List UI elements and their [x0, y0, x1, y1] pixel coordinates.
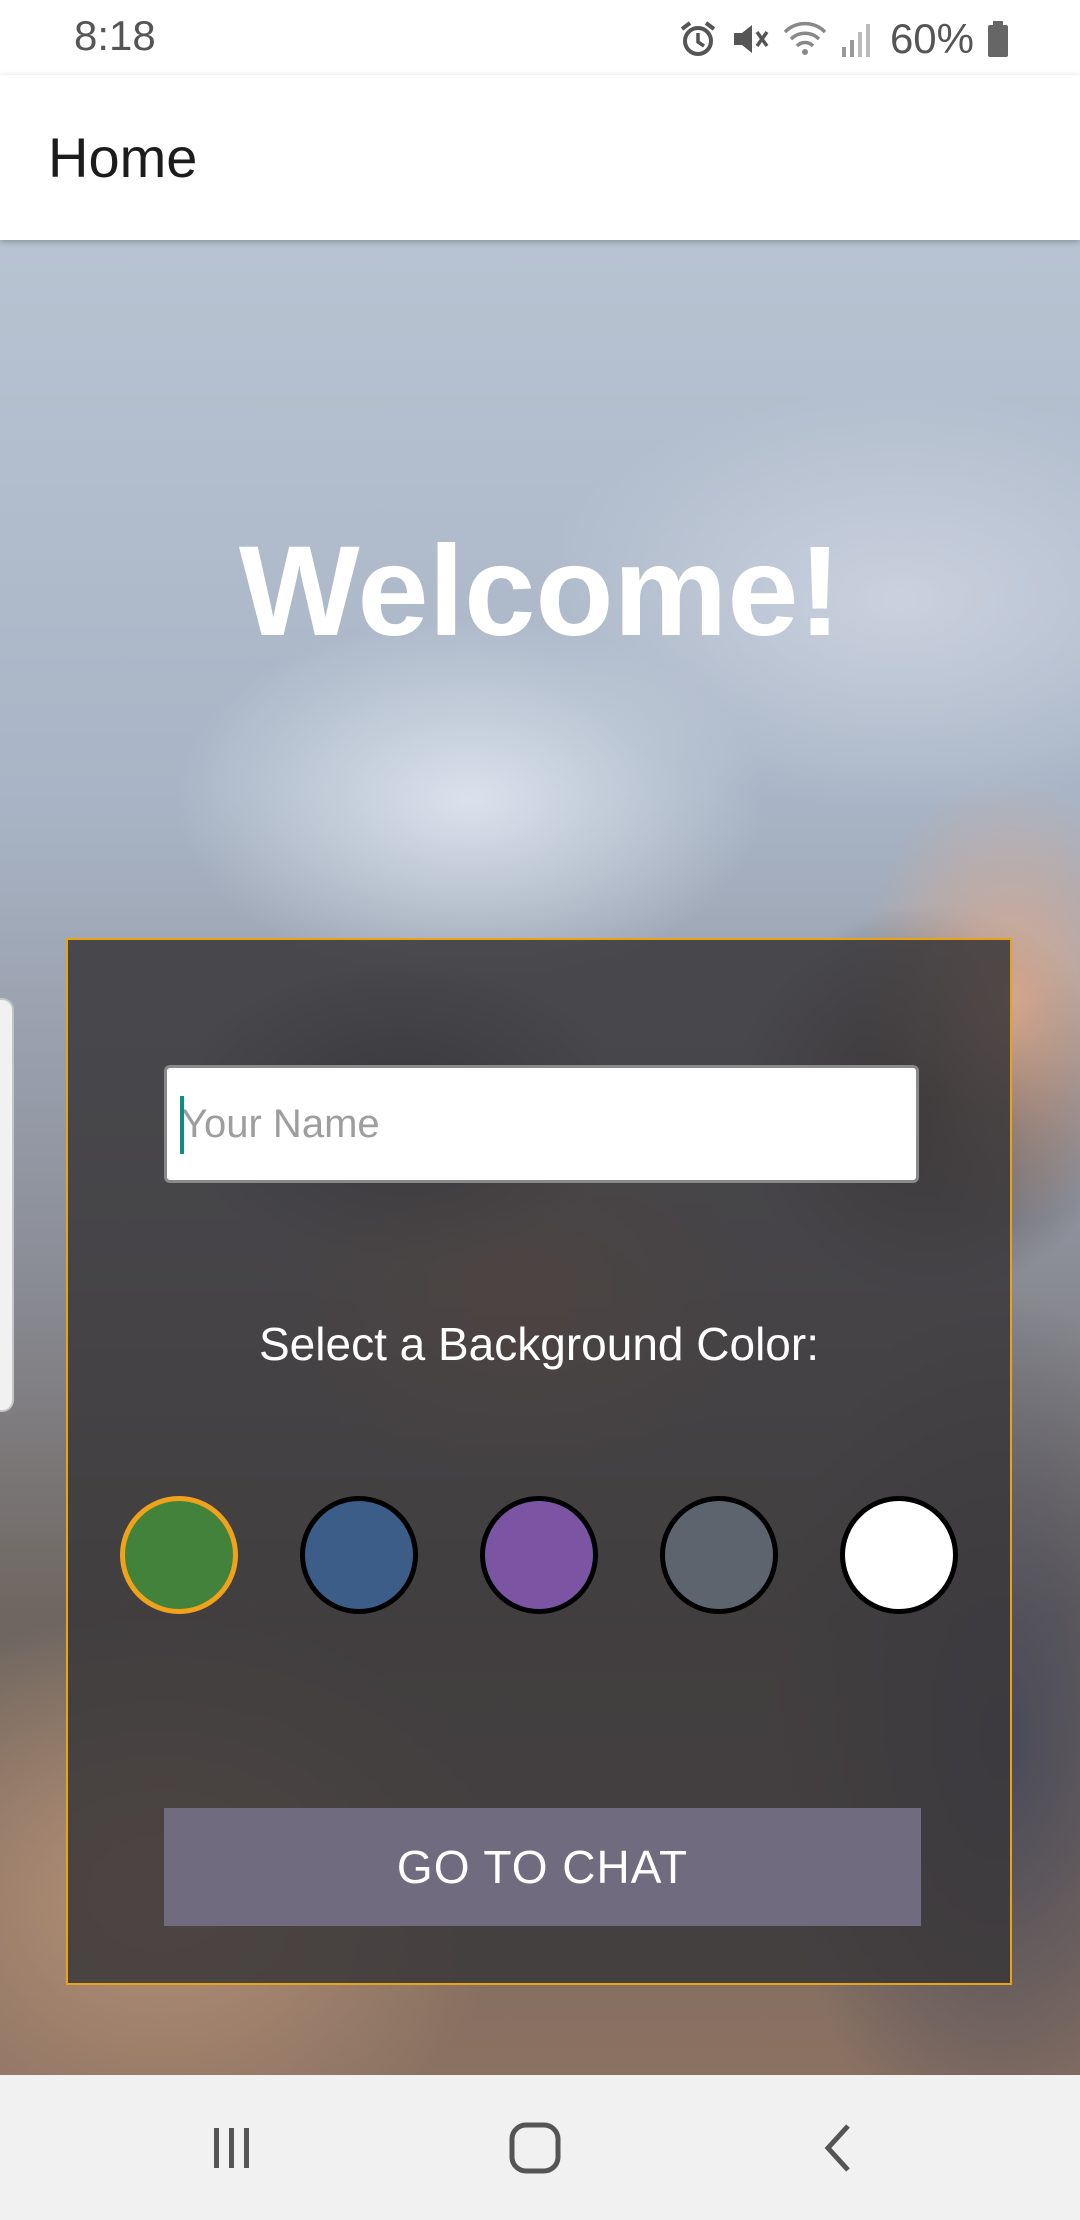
color-swatch-blue[interactable] — [300, 1496, 418, 1614]
back-icon — [818, 2122, 858, 2179]
alarm-icon — [678, 19, 718, 59]
back-button[interactable] — [798, 2115, 878, 2185]
recents-button[interactable] — [192, 2115, 272, 2185]
battery-percent: 60% — [889, 15, 974, 62]
navigation-bar — [0, 2075, 1080, 2220]
app-bar: Home — [0, 75, 1080, 240]
color-swatch-green[interactable] — [120, 1496, 238, 1614]
color-swatch-white[interactable] — [840, 1496, 958, 1614]
page-title: Home — [48, 126, 198, 189]
welcome-heading: Welcome! — [238, 520, 842, 663]
signal-icon — [840, 19, 874, 59]
color-label: Select a Background Color: — [259, 1318, 819, 1370]
start-panel: Select a Background Color: GO TO CHAT — [66, 938, 1012, 1985]
background-image: Welcome! Select a Background Color: GO T… — [0, 240, 1080, 2075]
recents-icon — [207, 2123, 257, 2178]
color-swatch-gray[interactable] — [660, 1496, 778, 1614]
edge-panel-handle[interactable] — [0, 998, 14, 1412]
status-time: 8:18 — [74, 12, 156, 59]
go-to-chat-button[interactable]: GO TO CHAT — [164, 1808, 921, 1926]
wifi-icon — [782, 19, 828, 59]
name-field[interactable] — [164, 1065, 919, 1183]
battery-icon — [986, 19, 1010, 59]
status-bar: 8:18 60% — [0, 0, 1080, 75]
home-button[interactable] — [495, 2115, 575, 2185]
text-caret — [180, 1096, 184, 1154]
name-input[interactable] — [167, 1068, 916, 1180]
color-swatch-purple[interactable] — [480, 1496, 598, 1614]
status-icons: 60% — [678, 14, 1010, 64]
mute-icon — [730, 19, 770, 59]
home-icon — [507, 2120, 563, 2181]
